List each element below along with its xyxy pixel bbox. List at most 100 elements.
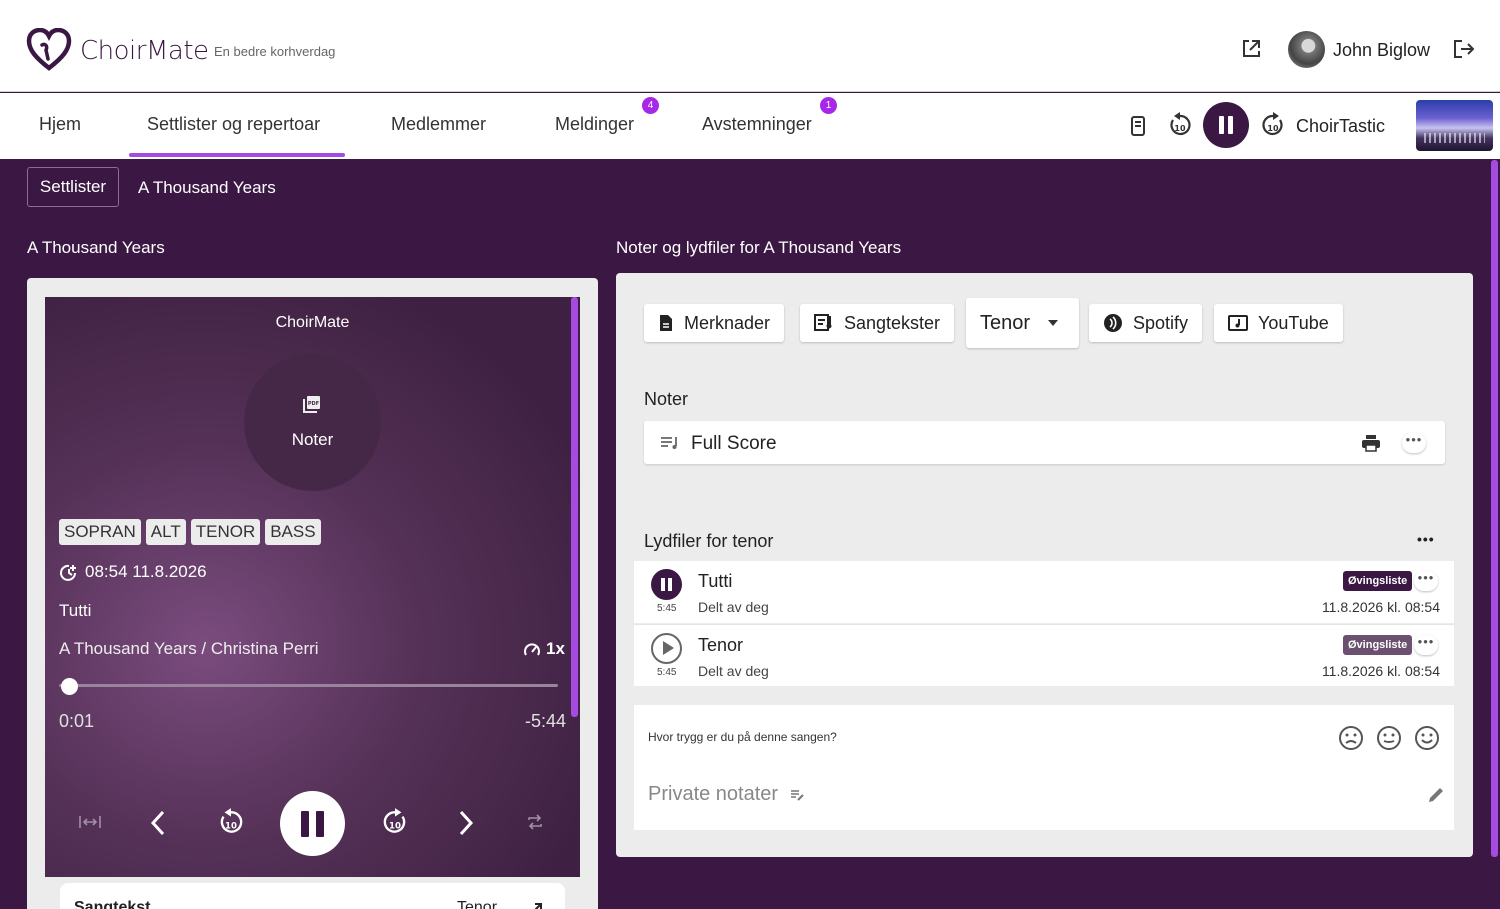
nav-item-avstemninger[interactable]: Avstemninger	[702, 114, 812, 135]
page-scrollbar[interactable]	[1491, 160, 1498, 857]
voice-select[interactable]: Tenor	[966, 298, 1079, 348]
lyrics-button[interactable]: Sangtekster	[800, 304, 955, 342]
progress-slider[interactable]	[59, 684, 558, 687]
happy-face-icon[interactable]	[1414, 725, 1440, 751]
audio-pause-button[interactable]	[651, 569, 682, 600]
expand-icon[interactable]	[530, 901, 544, 909]
playback-speed[interactable]: 1x	[546, 639, 565, 659]
remaining-time: -5:44	[524, 711, 566, 731]
nav-item-settlister[interactable]: Settlister og repertoar	[147, 114, 320, 135]
edit-pencil-icon[interactable]	[1426, 785, 1446, 805]
print-icon[interactable]	[1361, 434, 1381, 452]
youtube-button-label: YouTube	[1258, 312, 1329, 333]
player-brand: ChoirMate	[275, 314, 350, 331]
breadcrumb-current: A Thousand Years	[138, 178, 276, 197]
score-more-button[interactable]: •••	[1402, 433, 1426, 453]
global-pause-button[interactable]	[1203, 102, 1249, 148]
logout-icon[interactable]	[1452, 38, 1476, 60]
practice-list-tag[interactable]: Øvingsliste	[1343, 571, 1413, 591]
document-icon	[660, 315, 672, 331]
voice-sopran[interactable]: SOPRAN	[59, 519, 141, 545]
player-scrollbar[interactable]	[571, 297, 578, 717]
main-nav: Hjem Settlister og repertoar Medlemmer M…	[0, 93, 1500, 159]
left-section-title: A Thousand Years	[27, 238, 165, 257]
practice-list-tag[interactable]: Øvingsliste	[1343, 635, 1413, 655]
notes-button-label: Merknader	[684, 312, 771, 333]
lyrics-card-voice: Tenor	[457, 899, 498, 909]
choir-name[interactable]: ChoirTastic	[1296, 116, 1385, 137]
player-pause-button[interactable]	[280, 791, 345, 856]
score-name[interactable]: Full Score	[691, 433, 777, 455]
audio-shared-by: Delt av deg	[698, 663, 769, 679]
audio-play-button[interactable]	[651, 633, 682, 664]
spotify-button[interactable]: Spotify	[1089, 304, 1203, 342]
youtube-button[interactable]: YouTube	[1214, 304, 1343, 342]
history-icon	[60, 564, 76, 581]
voice-select-value: Tenor	[980, 311, 1031, 334]
forward-10-icon[interactable]: 10	[1259, 111, 1287, 139]
lyrics-button-label: Sangtekster	[844, 312, 941, 333]
user-avatar[interactable]	[1288, 31, 1325, 68]
previous-icon[interactable]	[148, 809, 168, 837]
audio-duration: 5:45	[657, 603, 677, 614]
open-external-icon[interactable]	[1240, 38, 1262, 60]
meldinger-badge: 4	[642, 97, 659, 114]
lyrics-card[interactable]: Sangtekst Tenor	[60, 883, 565, 909]
audio-more-button[interactable]: •••	[1417, 531, 1435, 547]
audio-player: ChoirMate PDF Noter SOPRAN ALT TENOR BAS…	[45, 297, 580, 877]
audio-name[interactable]: Tenor	[698, 635, 743, 656]
right-section-title: Noter og lydfiler for A Thousand Years	[616, 238, 902, 257]
sad-face-icon[interactable]	[1338, 725, 1364, 751]
voice-bass[interactable]: BASS	[265, 519, 321, 545]
files-panel: Merknader Sangtekster Tenor Spotify YouT…	[616, 273, 1473, 857]
dropdown-arrow-icon	[1048, 320, 1059, 326]
svg-text:10: 10	[1267, 124, 1279, 133]
user-name[interactable]: John Biglow	[1333, 40, 1430, 61]
player-replay-10-icon[interactable]: 10	[216, 807, 246, 837]
brand-name: ChoirMate	[80, 36, 209, 66]
replay-10-icon[interactable]: 10	[1166, 111, 1194, 139]
noter-button[interactable]: PDF Noter	[244, 354, 381, 491]
player-forward-10-icon[interactable]: 10	[380, 807, 410, 837]
audio-name[interactable]: Tutti	[698, 571, 732, 592]
pdf-icon: PDF	[303, 396, 320, 413]
repeat-icon[interactable]	[525, 812, 545, 832]
nav-item-meldinger[interactable]: Meldinger	[555, 114, 634, 135]
audio-row[interactable]: 5:45 Tutti Delt av deg Øvingsliste ••• 1…	[634, 561, 1454, 623]
next-icon[interactable]	[456, 809, 476, 837]
score-row[interactable]: Full Score •••	[644, 421, 1445, 464]
tagline: En bedre korhverdag	[214, 44, 336, 59]
audio-row-more-button[interactable]: •••	[1414, 571, 1438, 591]
audio-date: 11.8.2026 kl. 08:54	[1321, 663, 1440, 679]
queue-music-icon	[661, 437, 677, 449]
svg-text:10: 10	[389, 821, 401, 831]
app-header: ChoirMate En bedre korhverdag John Biglo…	[0, 0, 1500, 92]
audio-duration: 5:45	[657, 667, 677, 678]
private-notes-placeholder[interactable]: Private notater	[648, 783, 778, 806]
phone-icon[interactable]	[1129, 115, 1147, 137]
audio-heading: Lydfiler for tenor	[644, 531, 774, 551]
nav-item-medlemmer[interactable]: Medlemmer	[391, 114, 486, 135]
notes-button[interactable]: Merknader	[644, 304, 785, 342]
nav-item-hjem[interactable]: Hjem	[39, 114, 81, 135]
breadcrumb-settlister[interactable]: Settlister	[27, 167, 119, 207]
song-title: A Thousand Years / Christina Perri	[59, 639, 319, 658]
voice-tenor[interactable]: TENOR	[190, 519, 261, 545]
voice-alt[interactable]: ALT	[145, 519, 186, 545]
current-time: 0:01	[59, 711, 95, 731]
spotify-button-label: Spotify	[1133, 312, 1189, 333]
fit-width-icon[interactable]	[79, 814, 101, 830]
svg-text:PDF: PDF	[308, 401, 319, 407]
neutral-face-icon[interactable]	[1376, 725, 1402, 751]
choirmate-logo-icon[interactable]	[26, 28, 72, 72]
track-timestamp: 08:54 11.8.2026	[85, 562, 207, 581]
player-controls: 10 10	[45, 787, 580, 857]
choir-thumbnail[interactable]	[1416, 100, 1493, 151]
speed-icon[interactable]	[523, 641, 541, 659]
audio-date: 11.8.2026 kl. 08:54	[1321, 599, 1440, 615]
progress-knob[interactable]	[61, 678, 79, 695]
audio-row[interactable]: 5:45 Tenor Delt av deg Øvingsliste ••• 1…	[634, 624, 1454, 686]
spotify-icon	[1104, 314, 1122, 332]
lyrics-card-title: Sangtekst	[74, 899, 151, 909]
audio-row-more-button[interactable]: •••	[1414, 635, 1438, 655]
